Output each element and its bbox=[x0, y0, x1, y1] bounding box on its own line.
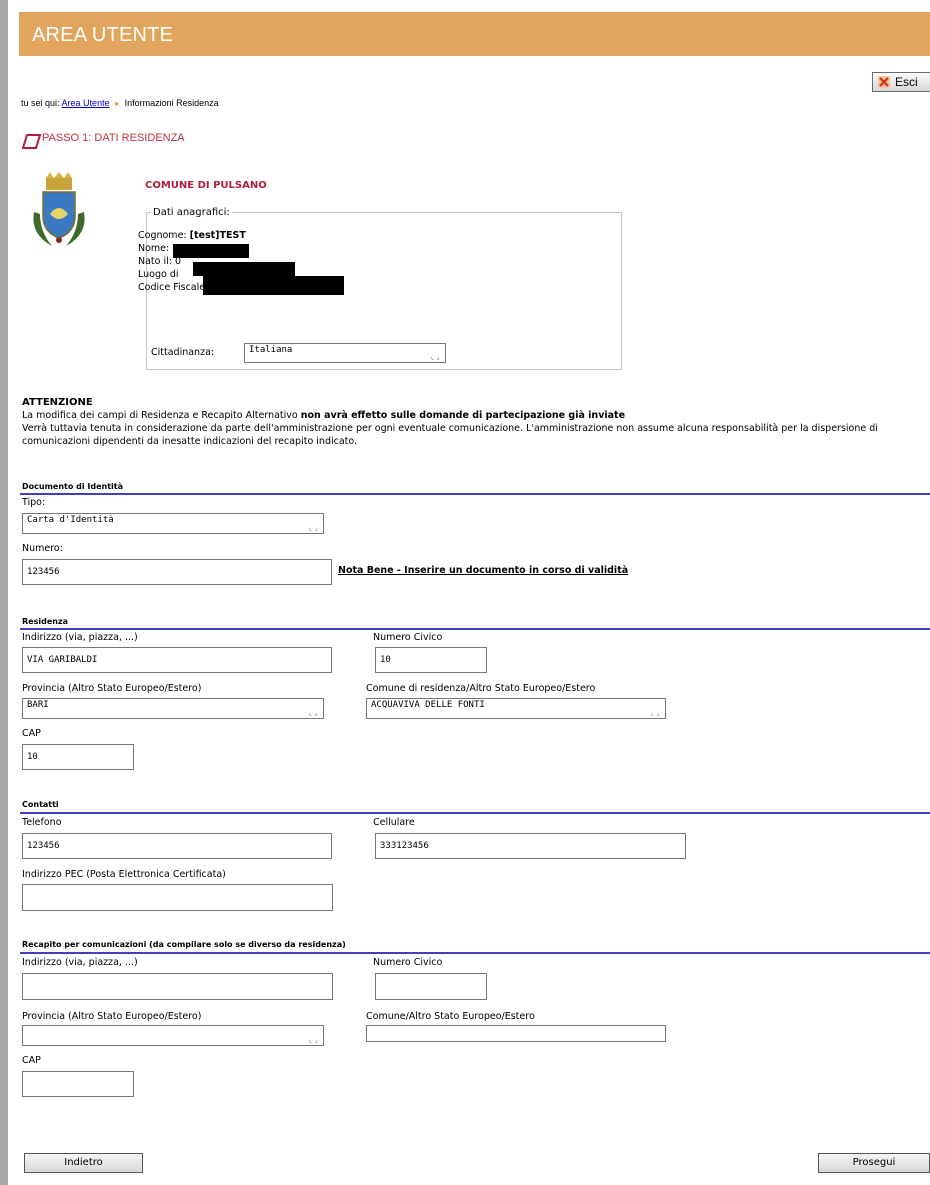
recapito-civico-input[interactable] bbox=[375, 973, 487, 1000]
breadcrumb-link-area-utente[interactable]: Area Utente bbox=[62, 98, 110, 108]
comune-name: COMUNE DI PULSANO bbox=[145, 180, 267, 191]
tipo-documento-select[interactable]: Carta d'Identità ⌞⌟ bbox=[22, 513, 324, 534]
recapito-civico-label: Numero Civico bbox=[373, 957, 443, 968]
prosegui-button[interactable]: Prosegui bbox=[818, 1153, 930, 1173]
breadcrumb: tu sei qui: Area Utente ▸ Informazioni R… bbox=[21, 98, 219, 108]
attenzione-text: La modifica dei campi di Residenza e Rec… bbox=[22, 409, 922, 448]
recapito-rule bbox=[20, 952, 930, 954]
attenzione-title: ATTENZIONE bbox=[22, 397, 93, 408]
chevron-down-icon: ⌞⌟ bbox=[650, 709, 661, 717]
chevron-down-icon: ⌞⌟ bbox=[308, 1036, 319, 1044]
recapito-cap-label: CAP bbox=[22, 1055, 41, 1066]
exit-x-icon bbox=[878, 76, 890, 88]
recapito-provincia-select[interactable]: ⌞⌟ bbox=[22, 1025, 324, 1046]
nota-bene-text: Nota Bene - Inserire un documento in cor… bbox=[338, 565, 629, 576]
dati-anagrafici-legend: Dati anagrafici: bbox=[153, 207, 230, 218]
numero-documento-label: Numero: bbox=[22, 543, 63, 554]
documento-rule bbox=[20, 493, 930, 495]
tipo-documento-value: Carta d'Identità bbox=[27, 515, 114, 525]
attenzione-line1: La modifica dei campi di Residenza e Rec… bbox=[22, 410, 301, 421]
redaction-luogo bbox=[203, 276, 344, 295]
residenza-section-title: Residenza bbox=[22, 617, 68, 626]
codice-fiscale-label: Codice Fiscale: bbox=[138, 282, 209, 293]
contatti-rule bbox=[20, 812, 930, 814]
exit-label: Esci bbox=[895, 75, 918, 89]
recapito-provincia-label: Provincia (Altro Stato Europeo/Estero) bbox=[22, 1011, 202, 1022]
tipo-label: Tipo: bbox=[22, 497, 46, 508]
telefono-label: Telefono bbox=[22, 817, 62, 828]
residenza-cap-label: CAP bbox=[22, 728, 41, 739]
indietro-button[interactable]: Indietro bbox=[24, 1153, 143, 1173]
attenzione-line2: Verrà tuttavia tenuta in considerazione … bbox=[22, 423, 878, 447]
step-title: PASSO 1: DATI RESIDENZA bbox=[42, 132, 185, 144]
contatti-section-title: Contatti bbox=[22, 800, 59, 809]
residenza-indirizzo-label: Indirizzo (via, piazza, ...) bbox=[22, 632, 138, 643]
residenza-comune-select[interactable]: ACQUAVIVA DELLE FONTI ⌞⌟ bbox=[366, 698, 666, 719]
residenza-comune-value: ACQUAVIVA DELLE FONTI bbox=[371, 700, 485, 710]
residenza-indirizzo-input[interactable] bbox=[22, 647, 332, 673]
left-border bbox=[0, 0, 8, 1185]
breadcrumb-separator: ▸ bbox=[115, 99, 120, 108]
recapito-indirizzo-input[interactable] bbox=[22, 973, 333, 1000]
header-title: AREA UTENTE bbox=[32, 24, 174, 46]
nome-label: Nome: bbox=[138, 243, 170, 254]
pec-label: Indirizzo PEC (Posta Elettronica Certifi… bbox=[22, 869, 226, 880]
chevron-down-icon: ⌞⌟ bbox=[308, 524, 319, 532]
step-marker-icon bbox=[22, 134, 42, 149]
telefono-input[interactable] bbox=[22, 833, 332, 859]
residenza-cap-input[interactable] bbox=[22, 744, 134, 770]
residenza-civico-input[interactable] bbox=[375, 647, 487, 673]
cellulare-input[interactable] bbox=[375, 833, 686, 859]
residenza-provincia-value: BARI bbox=[27, 700, 49, 710]
municipal-crest-icon bbox=[33, 172, 85, 246]
attenzione-line1-bold: non avrà effetto sulle domande di partec… bbox=[300, 410, 626, 421]
chevron-down-icon: ⌞⌟ bbox=[308, 709, 319, 717]
luogo-label: Luogo di bbox=[138, 269, 179, 280]
breadcrumb-current: Informazioni Residenza bbox=[124, 98, 219, 108]
documento-section-title: Documento di Identità bbox=[22, 482, 124, 491]
numero-documento-input[interactable] bbox=[22, 559, 332, 585]
residenza-provincia-select[interactable]: BARI ⌞⌟ bbox=[22, 698, 324, 719]
cognome-value: [test]TEST bbox=[189, 230, 246, 241]
residenza-rule bbox=[20, 628, 930, 630]
redaction-nome bbox=[173, 244, 249, 258]
cittadinanza-value: Italiana bbox=[249, 345, 293, 355]
residenza-civico-label: Numero Civico bbox=[373, 632, 443, 643]
residenza-provincia-label: Provincia (Altro Stato Europeo/Estero) bbox=[22, 683, 202, 694]
chevron-down-icon: ⌞⌟ bbox=[430, 353, 441, 361]
recapito-cap-input[interactable] bbox=[22, 1071, 134, 1097]
cognome-label: Cognome: bbox=[138, 230, 187, 241]
cellulare-label: Cellulare bbox=[373, 817, 415, 828]
recapito-section-title: Recapito per comunicazioni (da compilare… bbox=[22, 940, 346, 949]
recapito-indirizzo-label: Indirizzo (via, piazza, ...) bbox=[22, 957, 138, 968]
recapito-comune-label: Comune/Altro Stato Europeo/Estero bbox=[366, 1011, 535, 1022]
page-header: AREA UTENTE bbox=[19, 12, 930, 56]
breadcrumb-prefix: tu sei qui: bbox=[21, 98, 60, 108]
residenza-comune-label: Comune di residenza/Altro Stato Europeo/… bbox=[366, 683, 596, 694]
redaction-nato bbox=[193, 262, 295, 276]
nato-label: Nato il: bbox=[138, 256, 172, 267]
pec-input[interactable] bbox=[22, 884, 333, 911]
exit-button[interactable]: Esci bbox=[872, 72, 930, 92]
cittadinanza-select[interactable]: Italiana ⌞⌟ bbox=[244, 343, 446, 363]
recapito-comune-input[interactable] bbox=[366, 1025, 666, 1042]
cittadinanza-label: Cittadinanza: bbox=[151, 347, 215, 358]
